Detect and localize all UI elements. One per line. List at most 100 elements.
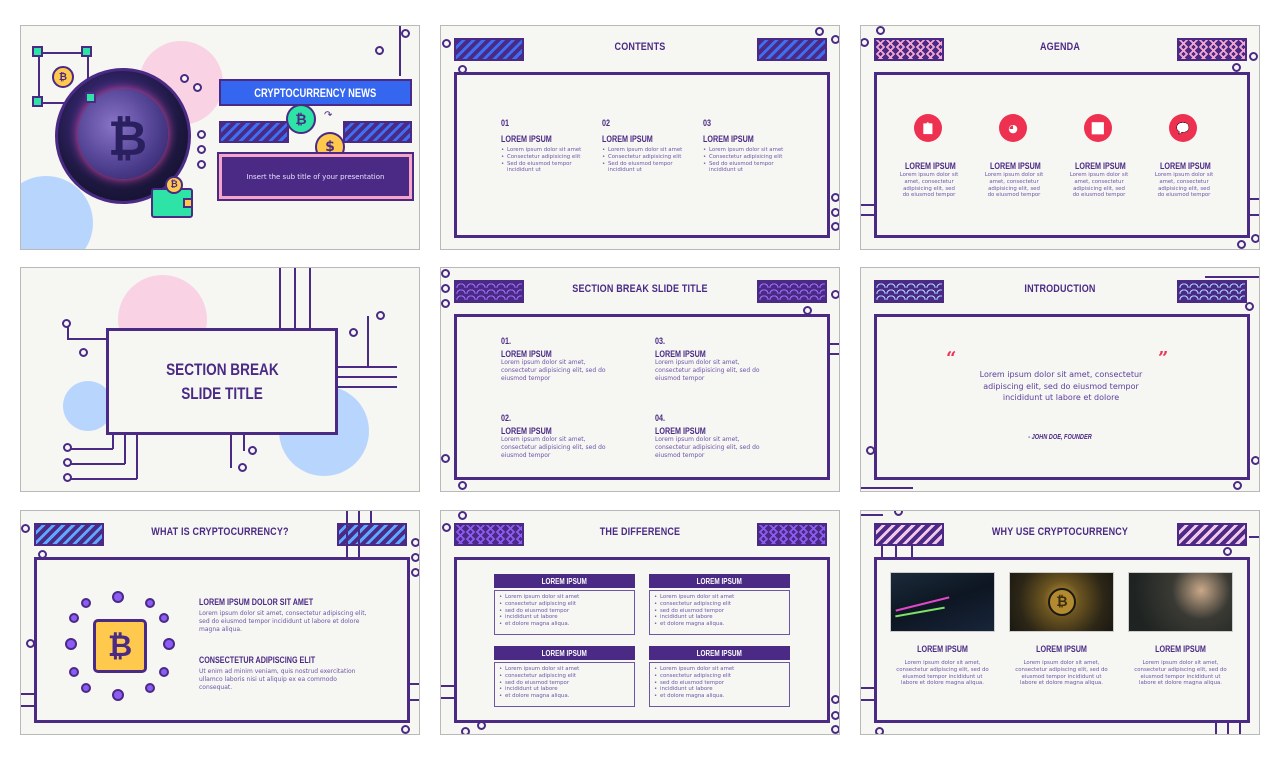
circuit-line: [294, 268, 296, 328]
slide-thumbnail-1[interactable]: ₿ ₿ ₿ CRYPTOCURRENCY NEWS ₿ $ ↷ Insert t…: [20, 25, 420, 250]
bullet-item: incididunt ut labore: [499, 686, 630, 693]
circuit-node: [831, 222, 839, 231]
slide-title: WHAT IS CRYPTOCURRENCY?: [151, 526, 289, 538]
item-heading: LOREM IPSUM: [655, 426, 706, 436]
circuit-line: [829, 353, 839, 355]
bullet-item: sed do eiusmod tempor: [654, 680, 785, 687]
bullet-item: consectetur adipiscing elit: [654, 673, 785, 680]
section-item: 04. LOREM IPSUM Lorem ipsum dolor sit amet…: [655, 413, 775, 459]
slide-thumbnail-7[interactable]: WHAT IS CRYPTOCURRENCY? ₿ LOREM IPSUM DO…: [20, 510, 420, 735]
agenda-heading: LOREM IPSUM: [1160, 161, 1211, 171]
circuit-line: [112, 433, 114, 449]
bar-chart-icon: 📊: [1084, 114, 1112, 142]
bullet-list: Lorem ipsum dolor sit ametConsectetur ad…: [602, 147, 684, 174]
circuit-node: [815, 27, 824, 36]
close-quote-icon: ”: [1158, 348, 1169, 369]
slide-title: THE DIFFERENCE: [599, 526, 681, 538]
stock-chart-photo: [890, 572, 995, 632]
agenda-text: Lorem ipsum dolor sit amet, consectetur …: [899, 172, 959, 199]
item-number: 01.: [501, 336, 512, 346]
circuit-line: [409, 699, 419, 701]
subtitle-box: Insert the sub title of your presentatio…: [217, 152, 414, 201]
item-heading: LOREM IPSUM: [655, 349, 706, 359]
circuit-node: [477, 721, 486, 730]
circuit-line: [243, 433, 245, 451]
circuit-line: [67, 326, 69, 340]
bullet-item: et dolore magna aliqua.: [499, 621, 630, 628]
slide-thumbnail-6[interactable]: INTRODUCTION “ ” Lorem ipsum dolor sit a…: [860, 267, 1260, 492]
item-text: Lorem ipsum dolor sit amet, consectetur …: [655, 436, 760, 459]
box-heading: LOREM IPSUM: [541, 648, 588, 658]
box-header: LOREM IPSUM: [649, 646, 790, 660]
circuit-line: [337, 366, 397, 368]
bullet-item: Consectetur adipisicing elit: [602, 154, 684, 161]
section-text: Ut enim ad minim veniam, quis nostrud ex…: [199, 668, 356, 691]
box-header: LOREM IPSUM: [649, 574, 790, 588]
bullet-item: Sed do eiusmod tempor incididunt ut: [703, 161, 785, 175]
slide-title: SECTION BREAK SLIDE TITLE: [572, 283, 708, 295]
circuit-node: [248, 446, 257, 455]
open-quote-icon: “: [946, 348, 957, 369]
circuit-node: [349, 328, 358, 337]
circuit-line: [829, 343, 839, 345]
item-text: Lorem ipsum dolor sit amet, consectetur …: [655, 359, 760, 382]
circuit-node: [831, 725, 839, 734]
agenda-item: LOREM IPSUM Lorem ipsum dolor sit amet, c…: [899, 161, 959, 199]
circuit-line: [861, 514, 883, 516]
circuit-line: [71, 448, 113, 450]
bullet-item: Lorem ipsum dolor sit amet: [654, 594, 785, 601]
circuit-node: [375, 46, 384, 55]
icon-glyph: 📋: [921, 121, 935, 135]
section-item: 01. LOREM IPSUM Lorem ipsum dolor sit amet…: [501, 336, 621, 382]
circuit-line: [861, 699, 874, 701]
contents-column: 03 LOREM IPSUM Lorem ipsum dolor sit ametC…: [703, 118, 785, 174]
circuit-line: [337, 376, 397, 378]
item-text: Lorem ipsum dolor sit amet, consectetur …: [501, 436, 606, 459]
green-node-square: [81, 46, 92, 57]
circuit-node: [441, 269, 450, 278]
title-bar: CRYPTOCURRENCY NEWS: [219, 79, 412, 106]
bullet-item: consectetur adipiscing elit: [499, 673, 630, 680]
column-number: 01: [501, 118, 510, 128]
circuit-node: [401, 725, 410, 734]
circuit-node: [441, 454, 450, 463]
box-body: Lorem ipsum dolor sit ametconsectetur ad…: [649, 662, 790, 707]
circuit-line: [67, 338, 107, 340]
stripe-bar-left: [219, 121, 289, 143]
slide-thumbnail-4[interactable]: SECTION BREAK SLIDE TITLE: [20, 267, 420, 492]
circuit-node: [197, 145, 206, 154]
bullet-item: Lorem ipsum dolor sit amet: [703, 147, 785, 154]
bullet-item: Sed do eiusmod tempor incididunt ut: [602, 161, 684, 175]
circuit-node: [876, 26, 885, 35]
card-text: Lorem ipsum dolor sit amet, consectetur …: [1134, 660, 1227, 687]
bitcoin-coin-graphic: ₿: [1048, 588, 1076, 616]
clipboard-icon: 📋: [914, 114, 942, 142]
chart-line-graphic: [895, 596, 950, 612]
agenda-text: Lorem ipsum dolor sit amet, consectetur …: [1154, 172, 1214, 199]
presentation-subtitle: Insert the sub title of your presentatio…: [246, 172, 385, 181]
slide-thumbnail-2[interactable]: CONTENTS 01 LOREM IPSUM Lorem ipsum dolor …: [440, 25, 840, 250]
slide-thumbnail-9[interactable]: WHY USE CRYPTOCURRENCY LOREM IPSUM Lorem …: [860, 510, 1260, 735]
section-title-line1: SECTION BREAK: [165, 359, 279, 379]
circuit-node: [376, 311, 385, 320]
circuit-line: [1215, 723, 1217, 734]
bitcoin-icon: ₿: [52, 66, 74, 88]
wallet-icon: ₿: [151, 176, 193, 218]
circuit-line: [1205, 276, 1259, 278]
slide-thumbnail-5[interactable]: SECTION BREAK SLIDE TITLE 01. LOREM IPSUM…: [440, 267, 840, 492]
slide-thumbnail-8[interactable]: THE DIFFERENCE LOREM IPSUM Lorem ipsum do…: [440, 510, 840, 735]
difference-box: LOREM IPSUM Lorem ipsum dolor sit ametcon…: [649, 646, 790, 707]
circuit-node: [26, 639, 35, 648]
box-body: Lorem ipsum dolor sit ametconsectetur ad…: [649, 590, 790, 635]
bullet-item: et dolore magna aliqua.: [654, 693, 785, 700]
circuit-line: [861, 687, 874, 689]
icon-glyph: 💬: [1176, 121, 1190, 135]
column-heading: LOREM IPSUM: [602, 134, 653, 144]
green-node-square: [32, 46, 43, 57]
circuit-line: [71, 478, 137, 480]
agenda-item: LOREM IPSUM Lorem ipsum dolor sit amet, c…: [1154, 161, 1214, 199]
bitcoin-chip-photo: ₿: [1009, 572, 1114, 632]
slide-thumbnail-3[interactable]: AGENDA 📋 LOREM IPSUM Lorem ipsum dolor sit…: [860, 25, 1260, 250]
slide-title: INTRODUCTION: [1024, 283, 1096, 295]
card-content: LOREM IPSUM Lorem ipsum dolor sit amet, c…: [1128, 644, 1233, 687]
